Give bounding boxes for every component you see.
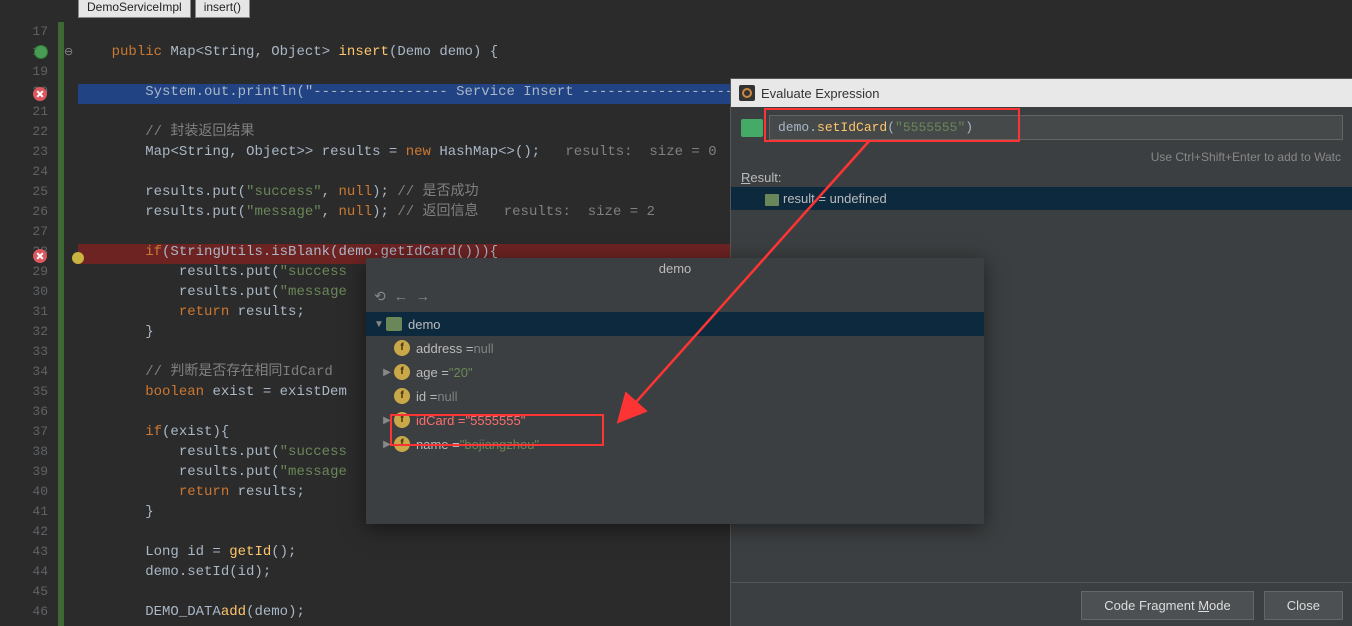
line-number: 46	[0, 602, 58, 622]
gutter-marks	[32, 22, 58, 269]
annotation-box	[764, 108, 1020, 142]
variable-inspect-popup: demo ⟲ ← → ▼ demo f address = null ▶f age =…	[366, 258, 984, 524]
object-icon	[386, 317, 402, 331]
breadcrumb-class[interactable]: DemoServiceImpl	[78, 0, 191, 18]
line-number: 45	[0, 582, 58, 602]
breadcrumb-bar: DemoServiceImpl insert()	[78, 0, 250, 18]
tree-field-address[interactable]: f address = null	[366, 336, 984, 360]
field-value: null	[473, 341, 493, 356]
popup-title: demo	[366, 258, 984, 280]
gutter-run-icon[interactable]	[32, 45, 52, 65]
line-number: 43	[0, 542, 58, 562]
annotation-box	[390, 414, 604, 446]
ide-root: DemoServiceImpl insert() 17 18 19 20 21 …	[0, 0, 1352, 626]
tree-field-id[interactable]: f id = null	[366, 384, 984, 408]
line-number: 32	[0, 322, 58, 342]
line-number: 38	[0, 442, 58, 462]
line-number: 39	[0, 462, 58, 482]
field-name: id =	[416, 389, 437, 404]
result-label: Result:	[731, 164, 1352, 187]
dialog-title-bar[interactable]: Evaluate Expression	[731, 79, 1352, 107]
tree-root[interactable]: ▼ demo	[366, 312, 984, 336]
breadcrumb-method[interactable]: insert()	[195, 0, 250, 18]
app-icon	[739, 85, 755, 101]
line-number: 34	[0, 362, 58, 382]
code-fragment-mode-button[interactable]: Code Fragment Mode	[1081, 591, 1253, 620]
line-number: 44	[0, 562, 58, 582]
line-number: 33	[0, 342, 58, 362]
back-icon[interactable]: ←	[394, 288, 408, 304]
vcs-change-bar	[58, 22, 64, 626]
line-number: 37	[0, 422, 58, 442]
line-number: 31	[0, 302, 58, 322]
field-icon: f	[394, 340, 410, 356]
chevron-right-icon[interactable]: ▶	[380, 367, 394, 378]
field-value: "20"	[449, 365, 473, 380]
field-value: null	[437, 389, 457, 404]
field-name: address =	[416, 341, 473, 356]
value-icon	[765, 194, 779, 206]
result-row[interactable]: result = undefined	[731, 187, 1352, 210]
forward-icon[interactable]: →	[416, 288, 430, 304]
line-number: 40	[0, 482, 58, 502]
line-number: 41	[0, 502, 58, 522]
expression-history-icon[interactable]	[741, 119, 763, 137]
breakpoint-icon[interactable]	[32, 249, 52, 269]
close-button[interactable]: Close	[1264, 591, 1343, 620]
popup-toolbar: ⟲ ← →	[366, 280, 984, 312]
history-icon[interactable]: ⟲	[374, 288, 386, 305]
gutter-mark-empty	[32, 22, 52, 42]
hint-text: Use Ctrl+Shift+Enter to add to Watc	[731, 148, 1352, 164]
breakpoint-icon[interactable]	[32, 87, 52, 107]
line-number: 42	[0, 522, 58, 542]
line-number: 36	[0, 402, 58, 422]
dialog-footer: Code Fragment Mode Close	[731, 582, 1352, 626]
line-number: 30	[0, 282, 58, 302]
fold-icon[interactable]: ⊖	[64, 45, 73, 59]
field-name: age =	[416, 365, 449, 380]
chevron-down-icon[interactable]: ▼	[372, 319, 386, 330]
tree-field-age[interactable]: ▶f age = "20"	[366, 360, 984, 384]
dialog-title: Evaluate Expression	[761, 86, 880, 101]
field-icon: f	[394, 388, 410, 404]
code-line: public Map<String, Object> insert(Demo d…	[78, 42, 893, 62]
line-number: 35	[0, 382, 58, 402]
field-icon: f	[394, 364, 410, 380]
